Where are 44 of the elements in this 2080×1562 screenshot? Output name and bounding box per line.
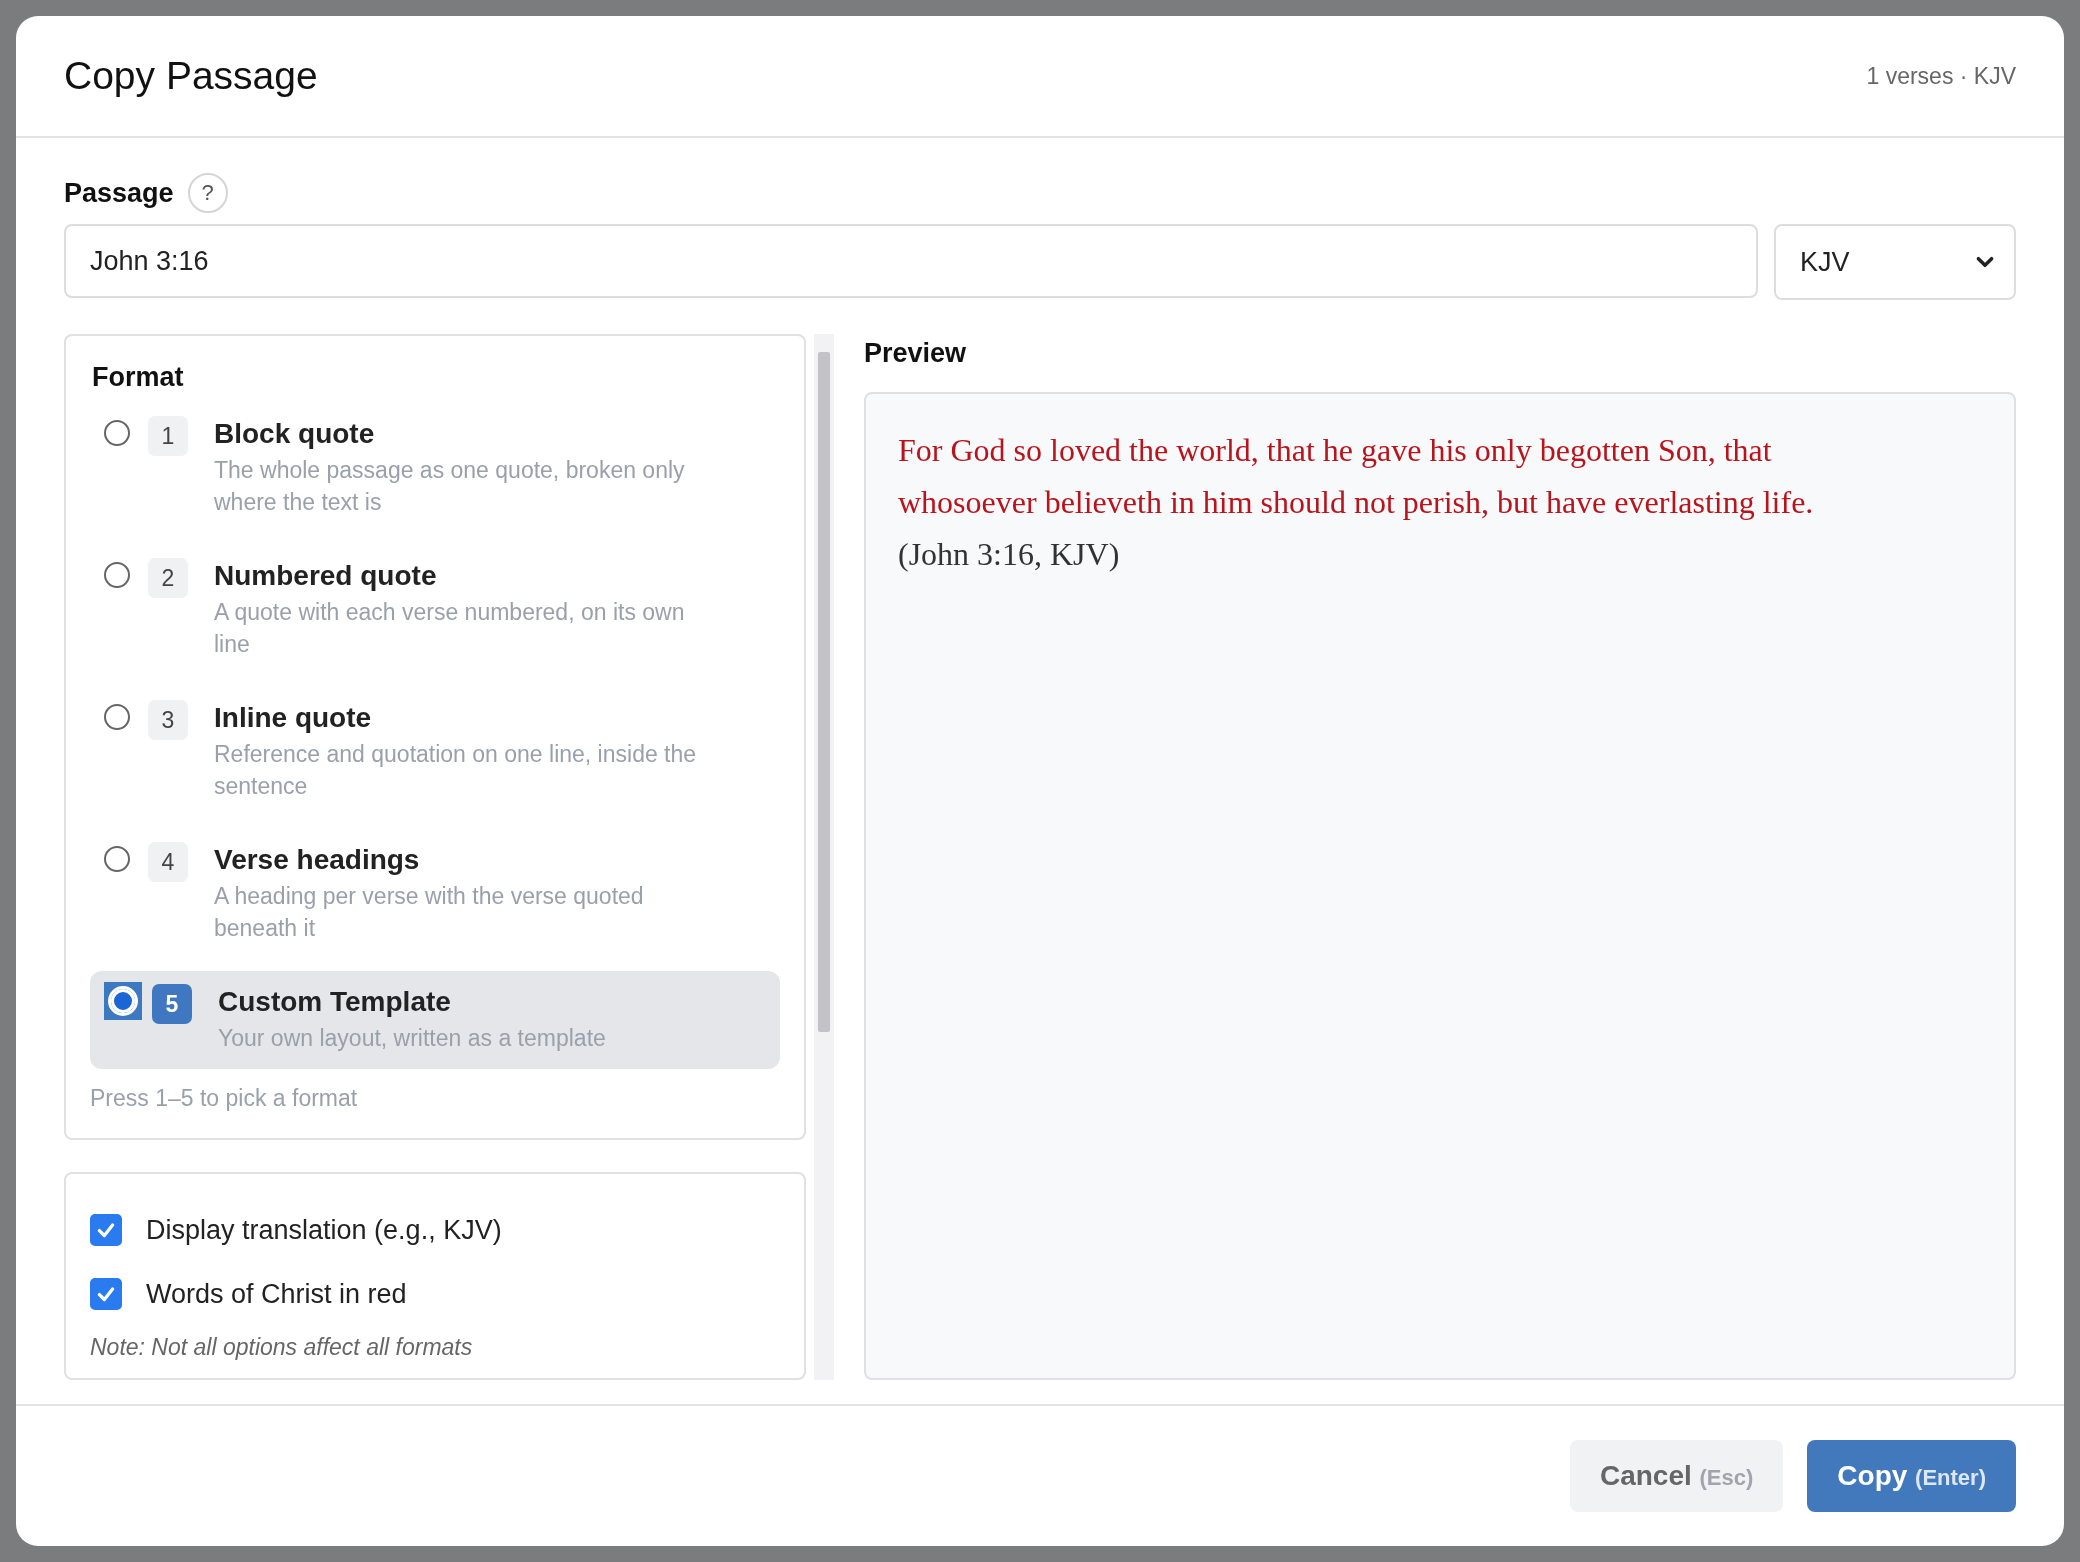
checkbox-label: Display translation (e.g., KJV) [146,1214,502,1246]
options-note: Note: Not all options affect all formats [90,1334,474,1361]
preview-heading: Preview [864,338,968,370]
option-title: Verse headings [214,844,421,876]
copy-button[interactable]: Copy (Enter) [1807,1440,2016,1512]
shortcut-key: 1 [148,416,188,456]
dialog-title: Copy Passage [64,54,318,98]
checkbox[interactable] [90,1278,122,1310]
option-description: The whole passage as one quote, broken only where the text is [214,456,686,517]
passage-field[interactable]: John 3:16 [64,224,1758,298]
option-title: Numbered quote [214,560,438,592]
shortcut-key: 2 [148,558,188,598]
checkbox[interactable] [90,1214,122,1246]
option-title: Inline quote [214,702,373,734]
format-option[interactable]: 3 Inline quote Reference and quotation on one line, inside the sentence [90,687,780,817]
option-description: A heading per verse with the verse quoted beneath it [214,882,645,943]
format-option[interactable]: 5 Custom Template Your own layout, written as a template [90,971,780,1069]
format-option[interactable]: 4 Verse headings A heading per verse with the verse quoted beneath it [90,829,780,959]
option-description: Your own layout, written as a template [218,1024,607,1053]
shortcut-key: 4 [148,842,188,882]
option-description: Reference and quotation on one line, inside the sentence [214,740,698,801]
cancel-button[interactable]: Cancel (Esc) [1569,1440,1784,1512]
format-option[interactable]: 1 Block quote The whole passage as one quote, broken only where the text is [90,403,780,533]
scrollbar[interactable] [814,334,834,1380]
option-description: A quote with each verse numbered, on its own line [214,598,686,659]
shortcut-key: 3 [148,700,188,740]
verse-summary: 1 verses · KJV [1866,62,2016,90]
keyboard-hint: Press 1–5 to pick a format [90,1085,359,1112]
help-button[interactable]: ? [187,173,228,213]
radio-button[interactable] [104,562,130,588]
verse-text: For God so loved the world, that he gave his only begotten Son, that whosoever believeth in him should not perish, but have everlasting life. [898,431,1815,522]
option-title: Custom Template [218,986,452,1018]
reference-text: (John 3:16, KJV) [898,535,1121,574]
radio-button[interactable] [104,982,142,1020]
radio-button[interactable] [104,846,130,872]
option-title: Block quote [214,418,376,450]
format-heading: Format [92,362,185,393]
checkbox-label: Words of Christ in red [146,1278,407,1310]
translation-select[interactable]: KJV [1774,224,2016,300]
shortcut-key: 5 [152,984,192,1024]
radio-button[interactable] [104,704,130,730]
radio-button[interactable] [104,420,130,446]
format-option[interactable]: 2 Numbered quote A quote with each verse numbered, on its own line [90,545,780,675]
passage-label: Passage [64,177,174,209]
